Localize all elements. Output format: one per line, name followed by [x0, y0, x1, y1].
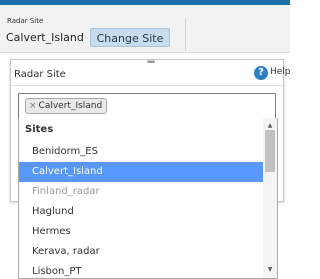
help-label[interactable]: Help [270, 67, 291, 77]
site-option-highlighted[interactable]: Calvert_Island [19, 162, 263, 182]
scroll-down-arrow-icon[interactable]: ▼ [263, 266, 277, 274]
selected-site-chip-label: Calvert_Island [38, 101, 103, 111]
site-option[interactable]: Lisbon_PT [19, 262, 263, 278]
scroll-up-arrow-icon[interactable]: ▲ [263, 122, 277, 130]
scrollbar-thumb[interactable] [265, 130, 275, 172]
site-header-panel: Radar Site Calvert_Island Change Site [0, 5, 290, 53]
site-dropdown-list[interactable]: Sites Benidorm_ES Calvert_Island Finland… [18, 118, 278, 279]
dropdown-scrollbar[interactable]: ▲ ▼ [263, 118, 277, 278]
header-divider [185, 19, 186, 51]
dialog-title: Radar Site [14, 69, 66, 80]
site-option[interactable]: Hermes [19, 222, 263, 242]
site-option[interactable]: Haglund [19, 202, 263, 222]
site-option-disabled: Finland_radar [32, 186, 100, 197]
sites-group-label: Sites [25, 124, 54, 135]
change-site-button[interactable]: Change Site [90, 28, 170, 47]
selected-site-chip: × Calvert_Island [25, 98, 108, 114]
dialog-divider [11, 85, 283, 86]
help-icon[interactable]: ? [254, 66, 268, 80]
site-option[interactable]: Benidorm_ES [19, 142, 263, 162]
site-option[interactable]: Kerava, radar [19, 242, 263, 262]
site-select-input[interactable]: × Calvert_Island [18, 93, 276, 119]
remove-chip-icon[interactable]: × [29, 101, 37, 111]
drag-handle-icon[interactable]: ▪▪▪ [147, 60, 155, 65]
radar-site-label: Radar Site [7, 17, 44, 25]
current-site-name: Calvert_Island [6, 31, 84, 44]
